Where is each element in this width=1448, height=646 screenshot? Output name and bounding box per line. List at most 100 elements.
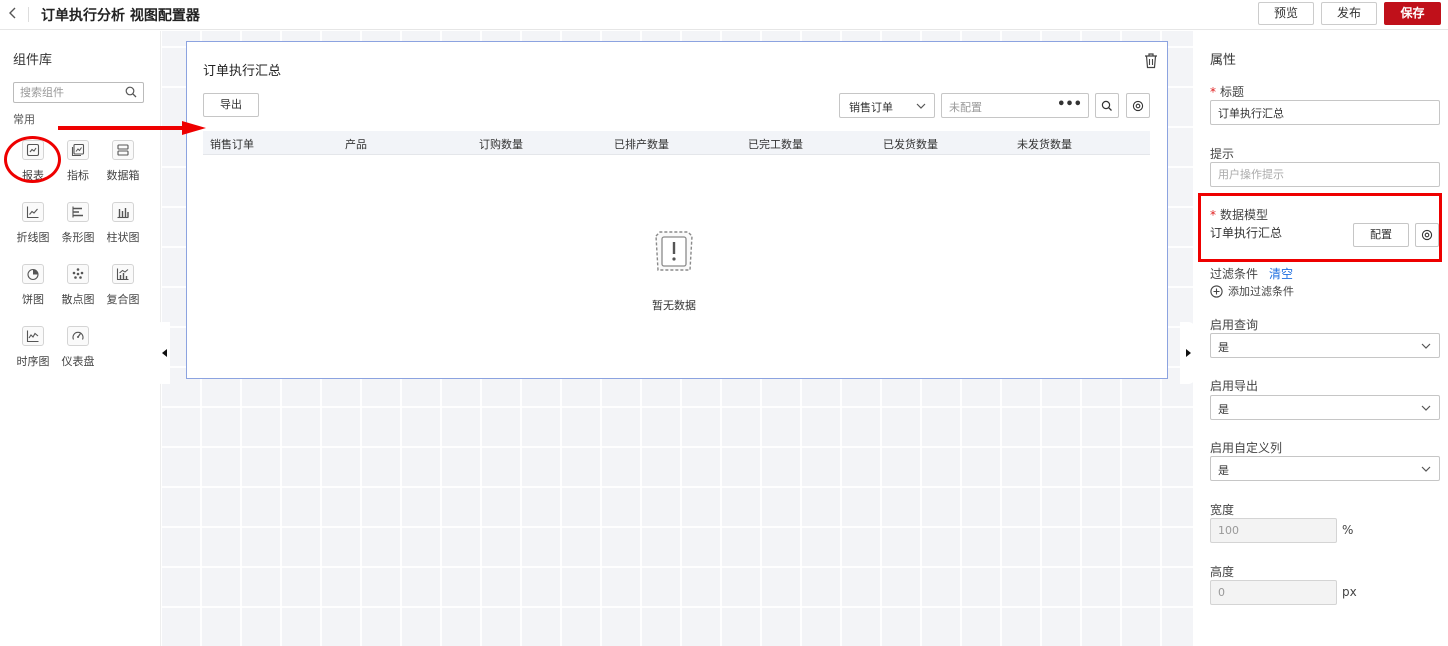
component-label: 数据箱 bbox=[106, 169, 140, 182]
column-header: 未发货数量 bbox=[1017, 138, 1072, 151]
height-label: 高度 bbox=[1210, 565, 1235, 579]
hint-field bbox=[1210, 162, 1440, 187]
component-label: 复合图 bbox=[106, 293, 140, 306]
delete-icon[interactable] bbox=[1143, 52, 1159, 69]
gauge-icon bbox=[72, 331, 84, 340]
enable-query-select[interactable]: 是 bbox=[1210, 333, 1440, 358]
line-chart-icon bbox=[26, 206, 39, 219]
height-unit: px bbox=[1342, 585, 1357, 599]
enable-custom-columns-label: 启用自定义列 bbox=[1210, 441, 1283, 455]
export-button[interactable]: 导出 bbox=[203, 93, 259, 117]
component-pie-chart[interactable]: 饼图 bbox=[11, 264, 55, 316]
order-type-select[interactable]: 销售订单 bbox=[839, 93, 935, 118]
collapse-right-panel-toggle[interactable] bbox=[1180, 322, 1196, 384]
title-field bbox=[1210, 100, 1440, 125]
empty-data-icon bbox=[655, 231, 693, 271]
save-button[interactable]: 保存 bbox=[1384, 2, 1441, 25]
top-bar: 订单执行分析 视图配置器 预览 发布 保存 bbox=[0, 0, 1448, 30]
plus-circle-icon bbox=[1210, 284, 1223, 298]
page-title: 订单执行分析 视图配置器 bbox=[41, 8, 200, 24]
component-gauge[interactable]: 仪表盘 bbox=[56, 326, 100, 378]
column-header: 已排产数量 bbox=[614, 138, 669, 151]
column-header: 已发货数量 bbox=[883, 138, 938, 151]
chevron-down-icon bbox=[1421, 466, 1431, 472]
combo-chart-icon bbox=[116, 268, 129, 281]
header-divider bbox=[28, 7, 29, 22]
caret-left-icon bbox=[162, 349, 167, 357]
empty-data-text: 暂无数据 bbox=[652, 299, 696, 312]
scatter-icon bbox=[72, 268, 84, 279]
query-config-placeholder: 未配置 bbox=[949, 101, 982, 114]
required-mark: * bbox=[1210, 85, 1216, 99]
title-input[interactable] bbox=[1218, 101, 1428, 124]
preview-button[interactable]: 预览 bbox=[1258, 2, 1314, 25]
width-label: 宽度 bbox=[1210, 503, 1235, 517]
chevron-down-icon bbox=[916, 103, 926, 109]
component-indicator[interactable]: 指标 bbox=[56, 140, 100, 192]
component-column-chart[interactable]: 柱状图 bbox=[101, 202, 145, 254]
annotation-circle bbox=[4, 136, 61, 183]
component-line-chart[interactable]: 折线图 bbox=[11, 202, 55, 254]
more-icon[interactable]: ••• bbox=[1057, 97, 1082, 112]
component-label: 饼图 bbox=[22, 293, 44, 306]
enable-custom-columns-select[interactable]: 是 bbox=[1210, 456, 1440, 481]
height-field bbox=[1210, 580, 1337, 605]
publish-button[interactable]: 发布 bbox=[1321, 2, 1377, 25]
query-config-field[interactable]: 未配置 ••• bbox=[941, 93, 1089, 118]
enable-query-value: 是 bbox=[1218, 341, 1229, 354]
component-label: 柱状图 bbox=[106, 231, 140, 244]
component-search bbox=[13, 82, 144, 103]
component-label: 仪表盘 bbox=[61, 355, 95, 368]
title-field-label: * 标题 bbox=[1210, 83, 1244, 100]
component-combo-chart[interactable]: 复合图 bbox=[101, 264, 145, 316]
title-label-text: 标题 bbox=[1220, 85, 1245, 99]
bar-horizontal-icon bbox=[72, 206, 83, 218]
widget-title: 订单执行汇总 bbox=[203, 64, 282, 79]
column-header: 订购数量 bbox=[479, 138, 523, 151]
properties-title: 属性 bbox=[1210, 53, 1237, 68]
enable-export-select[interactable]: 是 bbox=[1210, 395, 1440, 420]
chevron-left-icon bbox=[9, 7, 16, 19]
width-field bbox=[1210, 518, 1337, 543]
library-title: 组件库 bbox=[13, 53, 53, 68]
component-search-input[interactable] bbox=[20, 83, 124, 102]
settings-icon bbox=[1132, 100, 1144, 111]
hint-input[interactable] bbox=[1218, 163, 1428, 186]
enable-export-label: 启用导出 bbox=[1210, 379, 1259, 393]
column-header: 产品 bbox=[345, 138, 367, 151]
enable-query-label: 启用查询 bbox=[1210, 318, 1259, 332]
back-button[interactable] bbox=[6, 5, 22, 23]
column-header: 已完工数量 bbox=[748, 138, 803, 151]
clear-filter-link[interactable]: 清空 bbox=[1269, 265, 1293, 282]
collapse-left-panel-toggle[interactable] bbox=[154, 322, 170, 384]
add-filter-button[interactable]: 添加过滤条件 bbox=[1210, 283, 1294, 299]
component-scatter-chart[interactable]: 散点图 bbox=[56, 264, 100, 316]
component-bar-chart[interactable]: 条形图 bbox=[56, 202, 100, 254]
report-widget[interactable]: 订单执行汇总 导出 销售订单 未配置 ••• 销售订单 产品 订购数量 已排产数… bbox=[186, 41, 1168, 379]
annotation-box bbox=[1198, 193, 1442, 262]
timeseries-icon bbox=[26, 330, 39, 343]
column-chart-icon bbox=[117, 208, 129, 219]
width-unit: % bbox=[1342, 523, 1354, 537]
hint-label: 提示 bbox=[1210, 147, 1235, 161]
search-icon bbox=[1101, 100, 1112, 111]
component-label: 折线图 bbox=[16, 231, 50, 244]
component-timeseries-chart[interactable]: 时序图 bbox=[11, 326, 55, 378]
order-type-value: 销售订单 bbox=[849, 101, 893, 114]
width-input[interactable] bbox=[1218, 519, 1328, 542]
add-filter-text: 添加过滤条件 bbox=[1228, 285, 1294, 298]
pie-chart-icon bbox=[27, 268, 39, 281]
widget-settings-button[interactable] bbox=[1126, 93, 1150, 118]
indicator-icon bbox=[71, 143, 85, 157]
properties-panel: 属性 *标题 提示 *数据模型 订单执行汇总 配置 过滤条件 清空 添加过滤条件… bbox=[1194, 31, 1448, 646]
component-label: 条形图 bbox=[61, 231, 95, 244]
height-input[interactable] bbox=[1218, 581, 1328, 604]
query-search-button[interactable] bbox=[1095, 93, 1119, 118]
enable-custom-columns-value: 是 bbox=[1218, 464, 1229, 477]
group-label-common: 常用 bbox=[13, 113, 35, 126]
databox-icon bbox=[117, 144, 129, 156]
component-label: 指标 bbox=[67, 169, 89, 182]
component-databox[interactable]: 数据箱 bbox=[101, 140, 145, 192]
search-icon[interactable] bbox=[125, 86, 137, 98]
annotation-arrow bbox=[58, 121, 206, 135]
